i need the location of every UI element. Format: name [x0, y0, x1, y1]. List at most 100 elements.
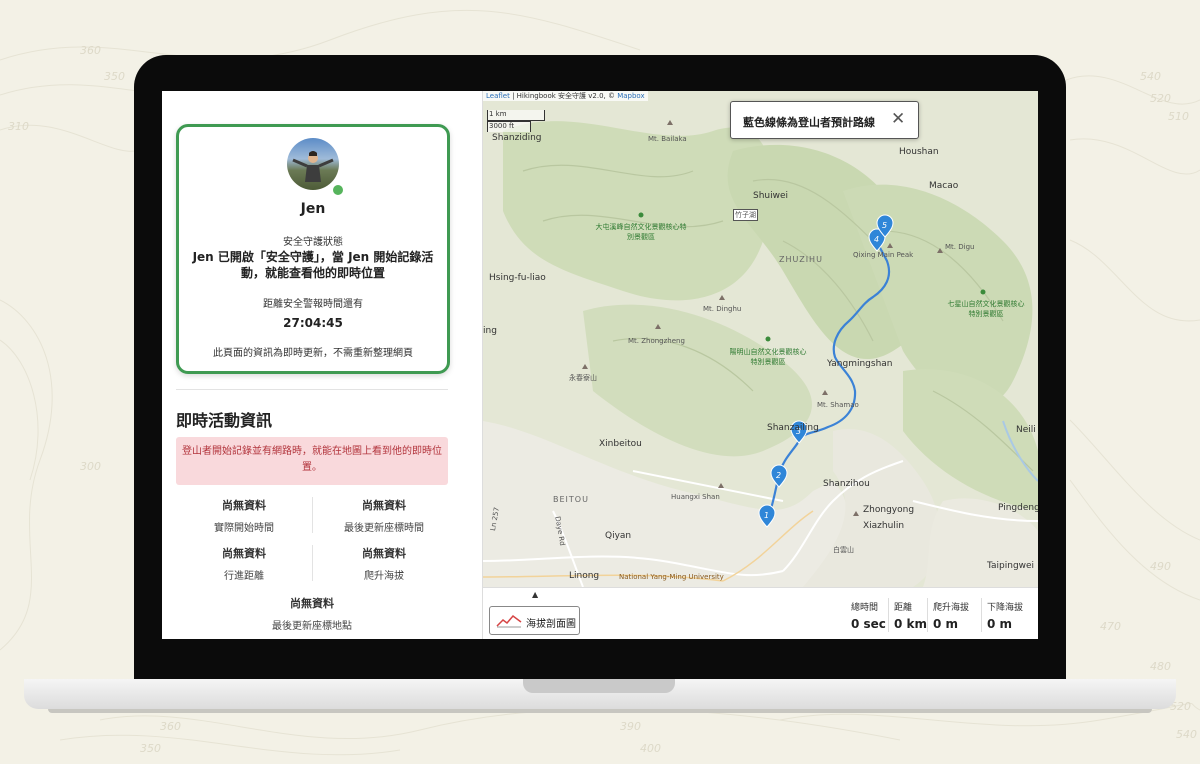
scale-metric: 1 km	[489, 110, 507, 118]
scale-imperial: 3000 ft	[489, 122, 515, 130]
contour-number: 300	[80, 460, 101, 473]
map-label: Shuiwei	[753, 191, 789, 201]
summary-value: 0 sec	[851, 617, 886, 631]
summary-label: 下降海拔	[987, 603, 1024, 613]
summary-label: 距離	[894, 603, 913, 613]
contour-number: 360	[160, 720, 181, 733]
map-label: Neili	[1016, 425, 1036, 435]
contour-number: 390	[620, 720, 641, 733]
live-activity-heading: 即時活動資訊	[176, 411, 273, 430]
summary-value: 0 m	[933, 617, 959, 631]
online-badge-icon	[331, 183, 345, 197]
map-label: National Yang-Ming University	[619, 573, 724, 581]
laptop-screen: Jen 安全守護狀態 Jen 已開啟「安全守護」，當 Jen 開始記錄活動，就能…	[162, 91, 1038, 639]
live-activity-alert: 登山者開始記錄並有網路時，就能在地圖上看到他的即時位置。	[176, 437, 448, 485]
map-label: Qixing Main Peak	[853, 251, 914, 259]
map-label: Hsing-fu-liao	[489, 273, 546, 283]
marker-5-label: 5	[882, 221, 887, 230]
map-label: Xinbeitou	[599, 439, 642, 449]
map-label: 永春寮山	[569, 374, 597, 382]
divider	[312, 497, 313, 533]
contour-number: 520	[1150, 92, 1171, 105]
marker-2-label: 2	[776, 471, 781, 480]
chevron-up-icon[interactable]: ▲	[532, 590, 538, 599]
map-label: Mt. Zhongzheng	[628, 337, 685, 345]
map-label: Linong	[569, 571, 600, 581]
contour-number: 540	[1140, 70, 1161, 83]
stat-elevation-gain: 尚無資料 爬升海拔	[316, 545, 452, 582]
mapbox-link[interactable]: Mapbox	[617, 92, 644, 100]
divider	[176, 389, 448, 390]
map[interactable]: 1 2 3 4 5 Shanziding Mt. Bailaka Houshan…	[483, 91, 1038, 639]
realtime-note: 此頁面的資訊為即時更新，不需重新整理網頁	[213, 348, 413, 359]
map-label: Qiyan	[605, 531, 632, 541]
stat-value: 尚無資料	[222, 547, 266, 560]
map-label: Shanzihou	[823, 479, 870, 489]
map-label: Yangmingshan	[827, 359, 893, 369]
map-label: Macao	[929, 181, 959, 191]
close-icon[interactable]: ✕	[891, 109, 905, 129]
summary-distance: 距離 0 km	[894, 600, 927, 631]
stat-value: 尚無資料	[362, 547, 406, 560]
summary-total-time: 總時間 0 sec	[851, 600, 886, 631]
countdown-timer: 27:04:45	[283, 316, 343, 330]
laptop-notch	[523, 679, 675, 693]
countdown-label: 距離安全警報時間還有	[263, 299, 363, 310]
stat-label: 最後更新座標地點	[272, 621, 352, 632]
map-label: Huangxi Shan	[671, 493, 720, 501]
contour-number: 510	[1168, 110, 1189, 123]
divider	[888, 598, 889, 632]
map-label: Taipingwei	[987, 561, 1035, 571]
elevation-chart-icon	[496, 614, 522, 628]
summary-label: 總時間	[851, 603, 879, 613]
elevation-profile-button[interactable]: 海拔剖面圖	[489, 606, 580, 635]
stat-start-time: 尚無資料 實際開始時間	[176, 497, 312, 534]
stat-label: 爬升海拔	[364, 571, 404, 582]
summary-elevation-gain: 爬升海拔 0 m	[933, 600, 969, 631]
contour-number: 360	[80, 44, 101, 57]
avatar	[287, 138, 339, 190]
map-label: Pingdengli	[998, 503, 1038, 513]
elevation-profile-label: 海拔剖面圖	[526, 619, 576, 630]
divider	[981, 598, 982, 632]
map-label: Shanziding	[492, 133, 542, 143]
marker-1-label: 1	[764, 511, 769, 520]
map-label: Shanzailing	[767, 423, 819, 433]
map-label: BEITOU	[553, 495, 589, 504]
contour-number: 350	[140, 742, 161, 755]
summary-value: 0 m	[987, 617, 1013, 631]
contour-number: 350	[104, 70, 125, 83]
leaflet-link[interactable]: Leaflet	[486, 92, 510, 100]
stat-distance: 尚無資料 行進距離	[176, 545, 312, 582]
summary-elevation-loss: 下降海拔 0 m	[987, 600, 1023, 631]
map-label: Mt. Shamao	[817, 401, 859, 409]
safety-status-card: Jen 安全守護狀態 Jen 已開啟「安全守護」，當 Jen 開始記錄活動，就能…	[176, 124, 450, 374]
map-label: ZHUZIHU	[779, 255, 823, 264]
map-attribution: Leaflet | Hikingbook 安全守護 v2.0, © Mapbox	[483, 91, 648, 101]
map-label: Mt. Digu	[945, 243, 975, 251]
stat-label: 最後更新座標時間	[344, 523, 424, 534]
stat-value: 尚無資料	[362, 499, 406, 512]
map-scale: 1 km 3000 ft	[487, 110, 545, 132]
map-label: 白雲山	[833, 546, 854, 554]
divider	[312, 545, 313, 581]
contour-number: 540	[1176, 728, 1197, 741]
contour-number: 490	[1150, 560, 1171, 573]
stat-label: 實際開始時間	[214, 523, 274, 534]
map-label: ing	[483, 326, 497, 336]
map-label: Xiazhulin	[863, 521, 905, 531]
route-hint-text: 藍色線條為登山者預計路線	[743, 116, 875, 129]
route-hint-tooltip: 藍色線條為登山者預計路線 ✕	[730, 101, 919, 139]
attribution-text: | Hikingbook 安全守護 v2.0, ©	[509, 92, 618, 100]
contour-number: 480	[1150, 660, 1171, 673]
hiker-name: Jen	[300, 201, 326, 217]
sidebar[interactable]: Jen 安全守護狀態 Jen 已開啟「安全守護」，當 Jen 開始記錄活動，就能…	[162, 91, 483, 639]
safety-status-message: Jen 已開啟「安全守護」，當 Jen 開始記錄活動，就能查看他的即時位置	[192, 250, 434, 280]
stat-last-location: 尚無資料 最後更新座標地點	[244, 595, 380, 632]
marker-4-label: 4	[874, 235, 879, 244]
safety-status-title: 安全守護狀態	[283, 237, 343, 248]
map-label: 大屯溪峰自然文化景觀核心特別景觀區	[595, 223, 687, 241]
map-label: Houshan	[899, 147, 939, 157]
contour-number: 470	[1100, 620, 1121, 633]
contour-number: 310	[8, 120, 29, 133]
